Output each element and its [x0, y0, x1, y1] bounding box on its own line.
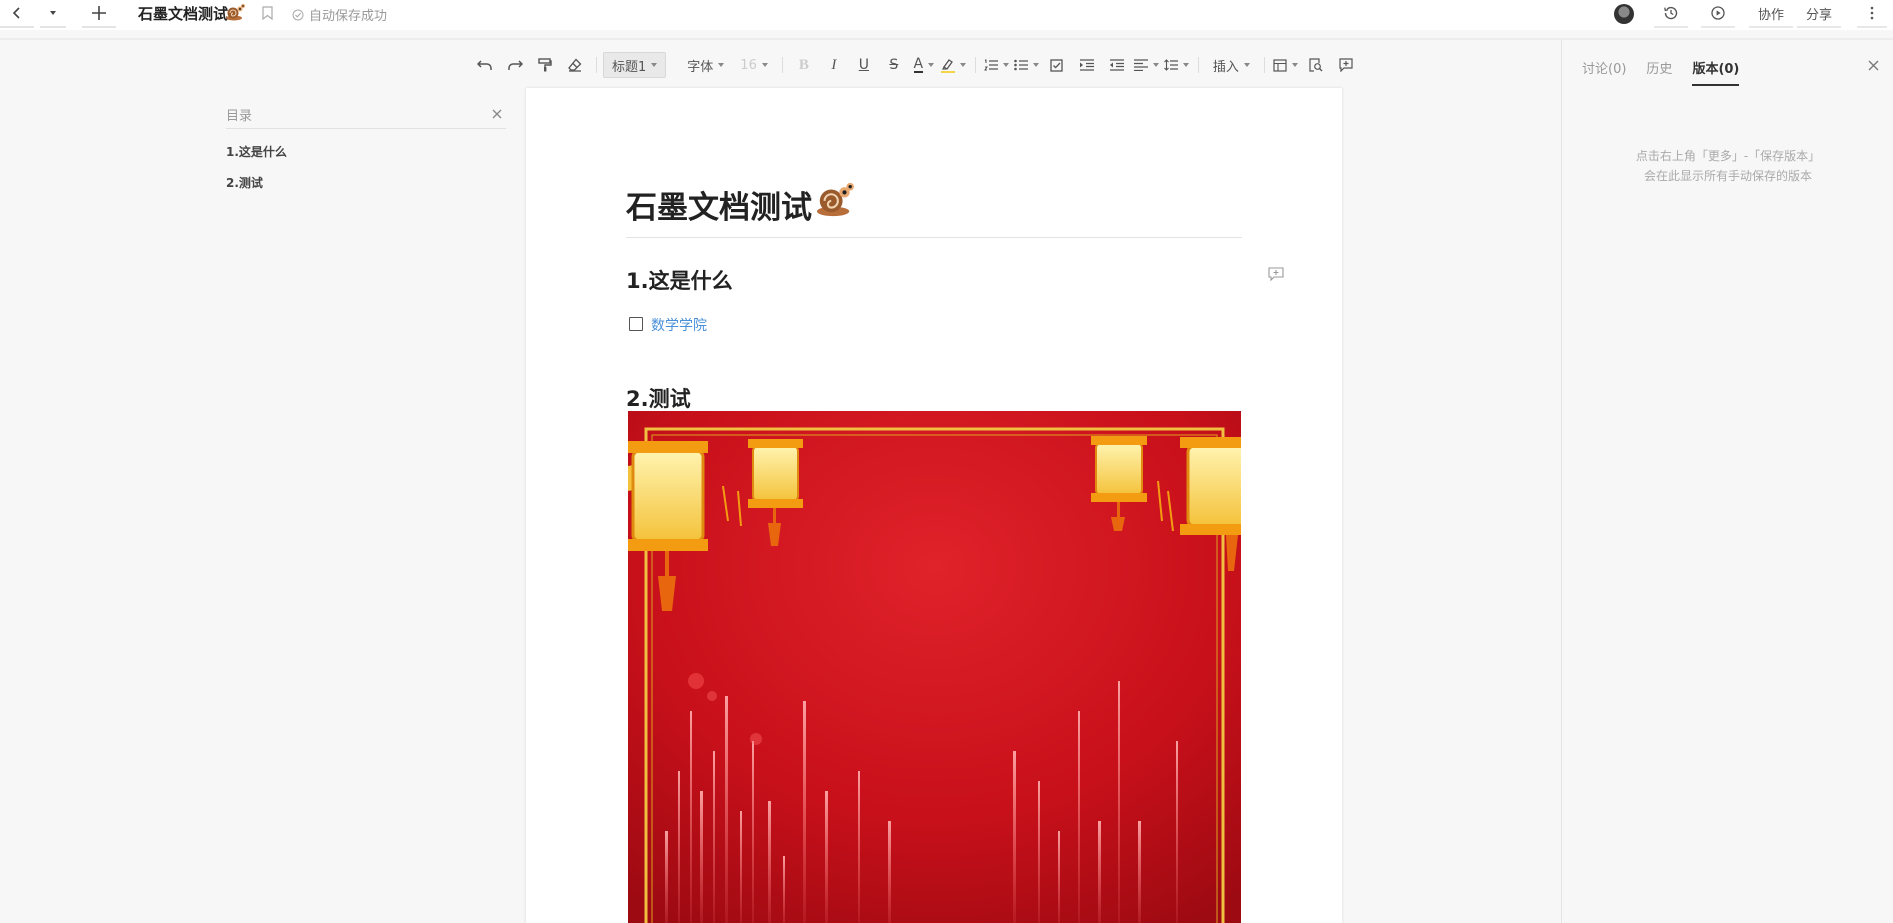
tab-discussion[interactable]: 讨论(0) — [1582, 58, 1626, 86]
add-comment-button[interactable] — [1331, 52, 1361, 78]
eraser-icon — [568, 58, 582, 72]
save-status-text: 自动保存成功 — [309, 9, 388, 24]
align-button[interactable] — [1132, 52, 1162, 78]
font-family-select[interactable]: 字体 — [679, 52, 732, 78]
underline-icon: U — [858, 57, 869, 73]
paint-roller-icon — [538, 58, 552, 72]
back-button[interactable] — [0, 0, 34, 28]
strikethrough-icon: S — [889, 57, 899, 73]
ordered-list-button[interactable] — [982, 52, 1012, 78]
indent-icon — [1079, 59, 1094, 71]
tab-versions[interactable]: 版本(0) — [1692, 58, 1740, 86]
panel-tabs: 讨论(0) 历史 版本(0) — [1582, 58, 1740, 86]
task-list-button[interactable] — [1042, 52, 1072, 78]
undo-icon — [477, 60, 492, 70]
font-size-select[interactable]: 16 — [732, 52, 776, 78]
new-doc-button[interactable] — [82, 0, 116, 28]
collaborate-button[interactable]: 协作 — [1749, 0, 1793, 28]
redo-button[interactable] — [500, 52, 530, 78]
bold-icon: B — [798, 56, 809, 73]
toolbar-separator — [781, 57, 783, 73]
checkbox-icon — [1050, 58, 1063, 72]
table-icon — [1273, 58, 1287, 72]
save-status: 自动保存成功 — [292, 5, 387, 24]
clear-format-button[interactable] — [560, 52, 590, 78]
undo-button[interactable] — [470, 52, 500, 78]
play-circle-icon — [1711, 6, 1725, 20]
close-icon[interactable] — [492, 109, 502, 119]
toc-header: 目录 — [226, 100, 506, 129]
outdent-button[interactable] — [1102, 52, 1132, 78]
toolbar-separator — [1197, 57, 1199, 73]
more-button[interactable] — [1857, 0, 1887, 28]
ordered-list-icon — [984, 59, 999, 71]
search-doc-icon — [1309, 58, 1323, 72]
toc-item[interactable]: 1.这是什么 — [226, 143, 506, 160]
italic-icon: I — [831, 56, 837, 73]
snail-emoji-icon — [226, 4, 245, 21]
text-color-button[interactable]: A — [909, 52, 939, 78]
highlight-button[interactable] — [939, 52, 969, 78]
avatar[interactable] — [1614, 4, 1634, 24]
right-panel: 讨论(0) 历史 版本(0) 点击右上角「更多」-「保存版本」 会在此显示所有手… — [1561, 40, 1893, 923]
empty-message-line: 点击右上角「更多」-「保存版本」 — [1635, 149, 1821, 163]
format-painter-button[interactable] — [530, 52, 560, 78]
empty-versions-message: 点击右上角「更多」-「保存版本」 会在此显示所有手动保存的版本 — [1562, 146, 1893, 186]
section-heading[interactable]: 1.这是什么 — [626, 265, 733, 295]
title-divider — [626, 237, 1242, 238]
line-height-icon — [1164, 59, 1179, 71]
line-height-button[interactable] — [1162, 52, 1192, 78]
redo-icon — [508, 60, 523, 70]
history-button[interactable] — [1654, 0, 1688, 28]
bookmark-icon[interactable] — [262, 6, 273, 20]
doc-title[interactable]: 石墨文档测试 — [138, 3, 228, 24]
toolbar-separator — [596, 57, 597, 73]
chevron-left-icon — [12, 7, 20, 19]
outdent-icon — [1109, 59, 1124, 71]
section-heading[interactable]: 2.测试 — [626, 383, 691, 413]
strikethrough-button[interactable]: S — [879, 52, 909, 78]
format-toolbar: 标题1 字体 16 B I U S A 插入 — [470, 52, 1361, 78]
table-of-contents: 目录 1.这是什么 2.测试 — [226, 100, 506, 191]
italic-button[interactable]: I — [819, 52, 849, 78]
bullet-list-icon — [1014, 59, 1029, 71]
plus-icon — [92, 6, 106, 20]
task-checkbox[interactable] — [629, 317, 643, 331]
check-circle-icon — [292, 9, 304, 20]
heading-style-select[interactable]: 标题1 — [603, 52, 667, 78]
clock-history-icon — [1664, 6, 1678, 20]
toc-item[interactable]: 2.测试 — [226, 174, 506, 191]
empty-message-line: 会在此显示所有手动保存的版本 — [1643, 169, 1812, 183]
top-bar: 石墨文档测试 自动保存成功 协作 分享 — [0, 0, 1893, 30]
align-left-icon — [1134, 59, 1149, 71]
tab-history[interactable]: 历史 — [1646, 58, 1672, 86]
toolbar-separator — [1263, 57, 1265, 73]
comment-add-icon — [1339, 58, 1353, 72]
share-button[interactable]: 分享 — [1797, 0, 1841, 28]
indent-button[interactable] — [1072, 52, 1102, 78]
snail-emoji-icon — [816, 182, 854, 217]
table-button[interactable] — [1271, 52, 1301, 78]
underline-button[interactable]: U — [849, 52, 879, 78]
toolbar-separator — [974, 57, 976, 73]
document-page[interactable]: 石墨文档测试 1.这是什么 数学学院 2.测试 — [526, 88, 1342, 923]
history-dropdown-button[interactable] — [40, 0, 66, 28]
highlighter-icon — [941, 58, 956, 73]
insert-menu[interactable]: 插入 — [1205, 52, 1258, 78]
document-title[interactable]: 石墨文档测试 — [626, 182, 812, 227]
bold-button[interactable]: B — [789, 52, 819, 78]
present-button[interactable] — [1701, 0, 1735, 28]
task-link[interactable]: 数学学院 — [651, 315, 707, 335]
close-icon[interactable] — [1868, 60, 1879, 71]
find-replace-button[interactable] — [1301, 52, 1331, 78]
text-color-icon: A — [913, 55, 924, 73]
caret-down-icon — [50, 11, 56, 15]
festive-lantern-image[interactable] — [628, 411, 1241, 923]
more-vertical-icon — [1870, 6, 1874, 20]
toc-title: 目录 — [226, 108, 253, 124]
comment-icon[interactable] — [1268, 267, 1284, 282]
bullet-list-button[interactable] — [1012, 52, 1042, 78]
